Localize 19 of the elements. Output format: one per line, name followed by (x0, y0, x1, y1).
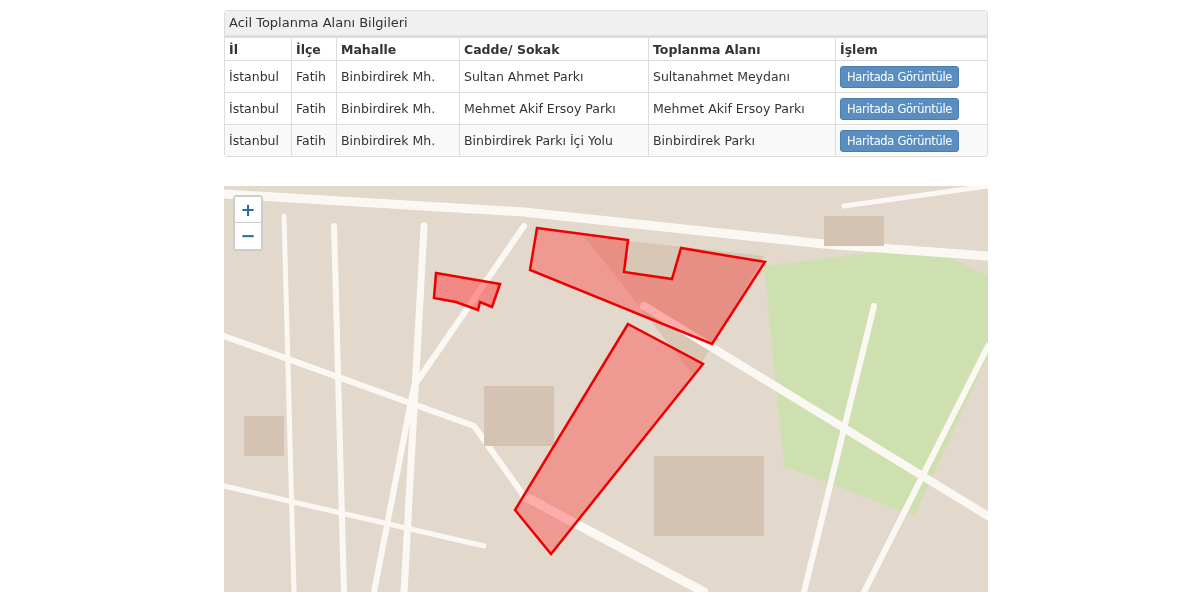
table-cell: Binbirdirek Mh. (336, 60, 460, 93)
table-cell: Binbirdirek Mh. (336, 124, 460, 156)
table-cell: İstanbul (225, 124, 292, 156)
table-cell: Sultanahmet Meydanı (648, 60, 836, 93)
panel-title: Acil Toplanma Alanı Bilgileri (225, 11, 987, 36)
view-on-map-button[interactable]: Haritada Görüntüle (840, 65, 960, 88)
table-cell: Sultan Ahmet Parkı (459, 60, 649, 93)
view-on-map-button[interactable]: Haritada Görüntüle (840, 129, 960, 152)
view-on-map-button[interactable]: Haritada Görüntüle (840, 97, 960, 120)
table-cell: İstanbul (225, 92, 292, 125)
table-cell: Binbirdirek Mh. (336, 92, 460, 125)
table-cell: Fatih (291, 92, 337, 125)
zoom-in-button[interactable]: + (235, 197, 261, 223)
table-cell: Mehmet Akif Ersoy Parkı (459, 92, 649, 125)
area-polygon (432, 271, 502, 312)
table-cell: Binbirdirek Parkı (648, 124, 836, 156)
table-cell: Mehmet Akif Ersoy Parkı (648, 92, 836, 125)
table-cell: Binbirdirek Parkı İçi Yolu (459, 124, 649, 156)
table-cell: İstanbul (225, 60, 292, 93)
